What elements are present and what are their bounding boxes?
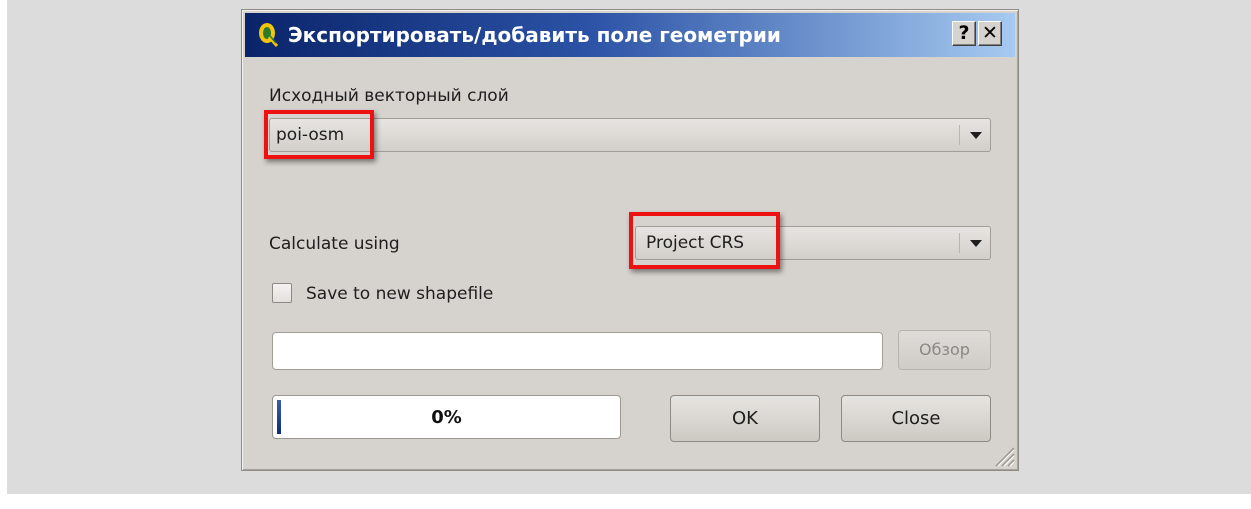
calculate-using-label: Calculate using — [269, 234, 400, 254]
combo-separator — [959, 233, 960, 253]
resize-grip-icon[interactable] — [991, 443, 1015, 467]
highlight-box-source-layer — [264, 110, 374, 159]
browse-button[interactable]: Обзор — [898, 330, 991, 370]
qgis-logo-icon — [257, 21, 279, 47]
save-to-shapefile-label[interactable]: Save to new shapefile — [306, 284, 493, 304]
progress-bar: 0% — [272, 395, 621, 439]
help-button[interactable]: ? — [952, 21, 976, 46]
title-bar: Экспортировать/добавить поле геометрии ?… — [245, 13, 1015, 57]
export-geometry-dialog: Экспортировать/добавить поле геометрии ?… — [241, 9, 1019, 471]
save-to-shapefile-checkbox[interactable] — [272, 283, 292, 303]
source-layer-label: Исходный векторный слой — [269, 86, 509, 106]
close-window-button[interactable]: ✕ — [978, 21, 1002, 46]
close-button[interactable]: Close — [841, 395, 991, 442]
ok-button[interactable]: OK — [670, 395, 820, 442]
close-icon: ✕ — [982, 22, 998, 44]
dialog-title: Экспортировать/добавить поле геометрии — [288, 23, 781, 47]
source-layer-combobox[interactable]: poi-osm — [269, 118, 991, 152]
progress-text: 0% — [431, 407, 462, 428]
help-icon: ? — [958, 22, 970, 44]
output-path-input[interactable] — [272, 332, 883, 370]
dropdown-arrow-icon[interactable] — [970, 240, 982, 247]
combo-separator — [959, 125, 960, 145]
highlight-box-calculate-using — [629, 212, 780, 269]
dropdown-arrow-icon[interactable] — [970, 132, 982, 139]
